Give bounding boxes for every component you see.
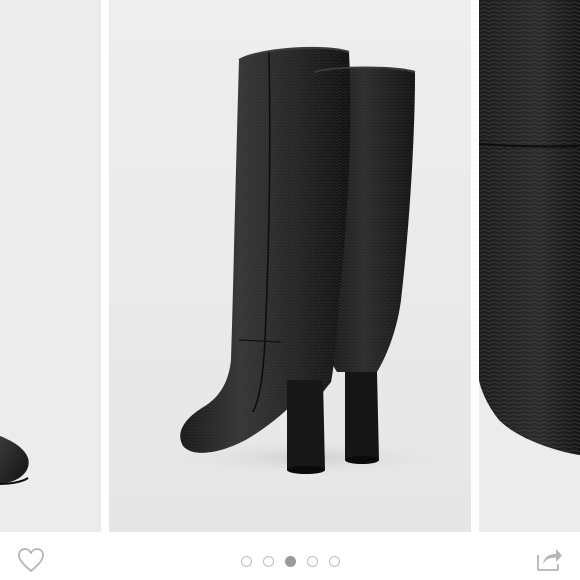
knee-high-boots-image [109,0,471,532]
carousel-slide-previous[interactable] [0,0,101,532]
boot-toe-image [0,436,29,485]
share-arrow-icon[interactable] [534,545,564,573]
carousel-slide-next[interactable] [479,0,580,532]
pagination-dot-5[interactable] [328,556,340,567]
pagination-dot-1[interactable] [240,556,252,567]
carousel-pagination [0,556,580,568]
snakeskin-texture-closeup-image [479,0,580,532]
pagination-dot-4[interactable] [306,556,318,567]
carousel-slide-current[interactable] [109,0,471,532]
pagination-dot-2[interactable] [262,556,274,567]
image-carousel[interactable] [0,0,580,532]
pagination-dot-3-active[interactable] [284,556,296,567]
